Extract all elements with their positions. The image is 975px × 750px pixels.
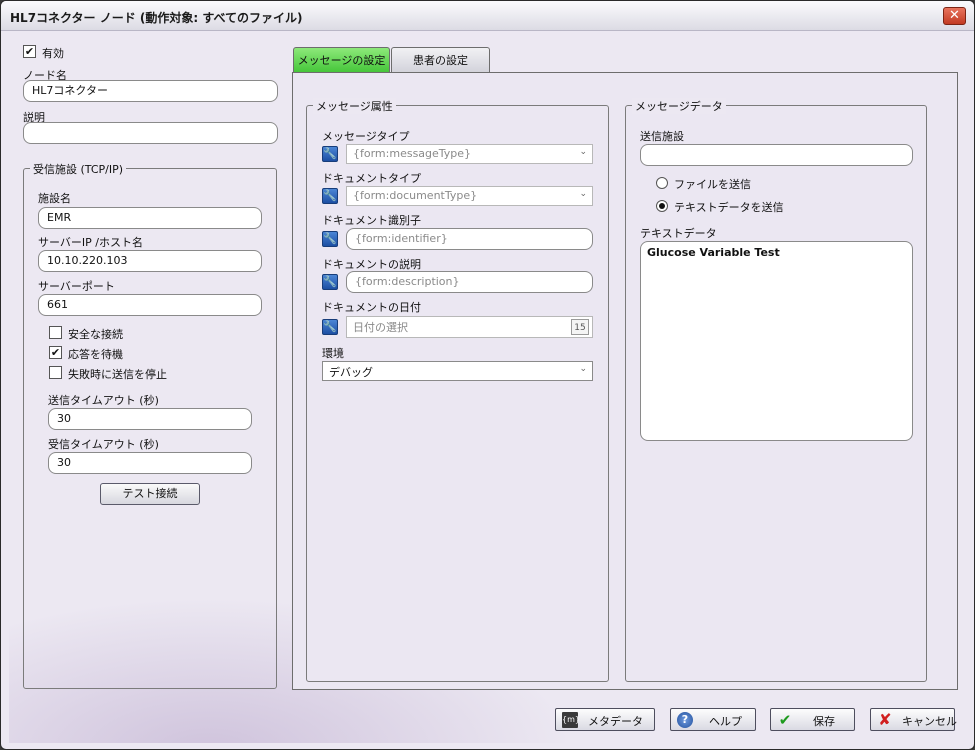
server-port-input[interactable]: 661 [38, 294, 262, 316]
enabled-checkbox[interactable]: ✔ [23, 45, 36, 58]
send-timeout-input[interactable]: 30 [48, 408, 252, 430]
chevron-down-icon: ⌄ [579, 189, 587, 199]
save-button[interactable]: ✔ 保存 [770, 708, 855, 731]
document-date-placeholder: 日付の選択 [353, 321, 408, 334]
facility-name-input[interactable]: EMR [38, 207, 262, 229]
close-button[interactable]: ✕ [943, 7, 966, 25]
document-desc-label: ドキュメントの説明 [322, 258, 421, 271]
environment-value: デバッグ [329, 366, 373, 379]
tab-panel-message-settings: メッセージ属性 メッセージタイプ 🔧 {form:messageType} ⌄ … [292, 72, 958, 690]
send-text-radio[interactable] [656, 200, 668, 212]
checkmark-icon: ✔ [778, 711, 792, 729]
node-name-input[interactable]: HL7コネクター [23, 80, 278, 102]
dialog-window: HL7コネクター ノード (動作対象: すべてのファイル) ✕ ✔ 有効 ノード… [0, 0, 975, 750]
receive-facility-group: 受信施設 (TCP/IP) 施設名 EMR サーバーIP /ホスト名 10.10… [23, 161, 277, 689]
test-connection-button[interactable]: テスト接続 [100, 483, 200, 505]
wrench-icon[interactable]: 🔧 [322, 231, 338, 247]
window-title: HL7コネクター ノード (動作対象: すべてのファイル) [10, 11, 303, 25]
document-id-label: ドキュメント識別子 [322, 214, 421, 227]
stop-on-failure-label: 失敗時に送信を停止 [68, 368, 167, 381]
wrench-icon[interactable]: 🔧 [322, 146, 338, 162]
help-button-label: ヘルプ [709, 715, 742, 728]
sending-facility-input[interactable] [640, 144, 913, 166]
message-attributes-title: メッセージ属性 [313, 98, 396, 114]
send-text-label: テキストデータを送信 [674, 201, 784, 214]
wait-response-label: 応答を待機 [68, 348, 123, 361]
title-bar: HL7コネクター ノード (動作対象: すべてのファイル) ✕ [1, 1, 974, 31]
document-type-value: {form:documentType} [353, 189, 478, 202]
stop-on-failure-checkbox[interactable] [49, 366, 62, 379]
recv-timeout-label: 受信タイムアウト (秒) [48, 438, 159, 451]
help-button[interactable]: ? ヘルプ [670, 708, 756, 731]
chevron-down-icon: ⌄ [579, 364, 587, 374]
document-date-label: ドキュメントの日付 [322, 301, 421, 314]
document-type-select: {form:documentType} ⌄ [346, 186, 593, 206]
recv-timeout-input[interactable]: 30 [48, 452, 252, 474]
tab-message-settings[interactable]: メッセージの設定 [293, 47, 390, 72]
send-file-label: ファイルを送信 [674, 178, 751, 191]
text-data-label: テキストデータ [640, 227, 717, 240]
save-button-label: 保存 [813, 715, 835, 728]
message-type-label: メッセージタイプ [322, 130, 410, 143]
wait-response-checkbox[interactable]: ✔ [49, 346, 62, 359]
document-type-label: ドキュメントタイプ [322, 172, 421, 185]
metadata-button-label: メタデータ [588, 715, 643, 728]
receive-facility-title: 受信施設 (TCP/IP) [30, 161, 127, 177]
environment-select[interactable]: デバッグ ⌄ [322, 361, 593, 381]
wrench-icon[interactable]: 🔧 [322, 319, 338, 335]
environment-label: 環境 [322, 347, 344, 360]
send-timeout-label: 送信タイムアウト (秒) [48, 394, 159, 407]
wrench-icon[interactable]: 🔧 [322, 274, 338, 290]
facility-name-label: 施設名 [38, 192, 71, 205]
cancel-button[interactable]: ✘ キャンセル [870, 708, 957, 731]
metadata-icon: {m} [562, 712, 580, 728]
message-data-title: メッセージデータ [632, 98, 726, 114]
sending-facility-label: 送信施設 [640, 130, 684, 143]
dialog-body: ✔ 有効 ノード名 HL7コネクター 説明 受信施設 (TCP/IP) 施設名 … [9, 32, 966, 743]
description-input[interactable] [23, 122, 278, 144]
secure-connection-checkbox[interactable] [49, 326, 62, 339]
send-file-radio[interactable] [656, 177, 668, 189]
message-attributes-group: メッセージ属性 メッセージタイプ 🔧 {form:messageType} ⌄ … [306, 98, 609, 682]
chevron-down-icon: ⌄ [579, 147, 587, 157]
help-icon: ? [677, 712, 693, 728]
message-data-group: メッセージデータ 送信施設 ファイルを送信 テキストデータを送信 テキストデータ… [625, 98, 927, 682]
server-port-label: サーバーポート [38, 280, 115, 293]
message-type-value: {form:messageType} [353, 147, 472, 160]
wrench-icon[interactable]: 🔧 [322, 188, 338, 204]
document-date-picker: 日付の選択 15 [346, 316, 593, 338]
cancel-button-label: キャンセル [902, 715, 957, 728]
text-data-textarea[interactable]: Glucose Variable Test [640, 241, 913, 441]
tab-patient-settings[interactable]: 患者の設定 [391, 47, 490, 72]
secure-connection-label: 安全な接続 [68, 328, 123, 341]
calendar-icon: 15 [571, 319, 589, 335]
message-type-select: {form:messageType} ⌄ [346, 144, 593, 164]
document-id-input[interactable]: {form:identifier} [346, 228, 593, 250]
document-desc-input[interactable]: {form:description} [346, 271, 593, 293]
server-ip-input[interactable]: 10.10.220.103 [38, 250, 262, 272]
cancel-x-icon: ✘ [878, 710, 892, 729]
metadata-button[interactable]: {m} メタデータ [555, 708, 655, 731]
server-ip-label: サーバーIP /ホスト名 [38, 236, 143, 249]
close-icon: ✕ [949, 8, 960, 23]
enabled-label: 有効 [42, 47, 64, 60]
